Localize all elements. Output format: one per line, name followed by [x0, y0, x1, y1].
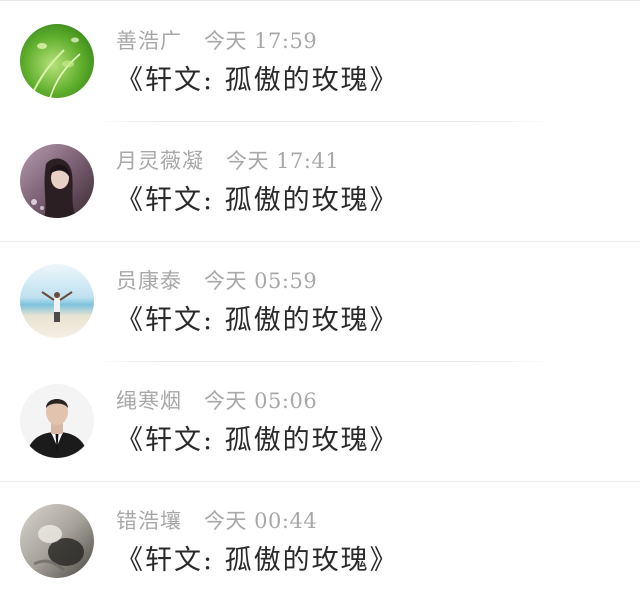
- author-name[interactable]: 善浩广: [116, 29, 182, 53]
- post-title[interactable]: 《轩文: 孤傲的玫瑰》: [116, 61, 399, 101]
- post-meta: 绳寒烟 今天 05:06: [116, 387, 317, 415]
- avatar[interactable]: [20, 24, 94, 98]
- girl-portrait-avatar-image: [20, 144, 94, 218]
- post-time: 今天 17:41: [226, 149, 340, 173]
- blurry-photo-avatar-image: [20, 504, 94, 578]
- post-feed: 善浩广 今天 17:59 《轩文: 孤傲的玫瑰》 月灵薇凝 今天 17:41 《…: [0, 0, 640, 596]
- man-in-suit-avatar-image: [20, 384, 94, 458]
- post-time: 今天 05:59: [204, 269, 318, 293]
- post-meta: 善浩广 今天 17:59: [116, 27, 317, 55]
- author-name[interactable]: 月灵薇凝: [116, 149, 204, 173]
- green-plant-avatar-image: [20, 24, 94, 98]
- author-name[interactable]: 员康泰: [116, 269, 182, 293]
- list-item[interactable]: 员康泰 今天 05:59 《轩文: 孤傲的玫瑰》: [0, 241, 640, 362]
- post-time: 今天 05:06: [204, 389, 318, 413]
- post-time: 今天 17:59: [204, 29, 318, 53]
- post-title[interactable]: 《轩文: 孤傲的玫瑰》: [116, 301, 399, 341]
- beach-person-avatar-image: [20, 264, 94, 338]
- post-title[interactable]: 《轩文: 孤傲的玫瑰》: [116, 181, 399, 221]
- list-item[interactable]: 错浩壤 今天 00:44 《轩文: 孤傲的玫瑰》: [0, 481, 640, 596]
- author-name[interactable]: 绳寒烟: [116, 389, 182, 413]
- author-name[interactable]: 错浩壤: [116, 509, 182, 533]
- list-item[interactable]: 绳寒烟 今天 05:06 《轩文: 孤傲的玫瑰》: [0, 361, 640, 482]
- avatar[interactable]: [20, 264, 94, 338]
- post-meta: 员康泰 今天 05:59: [116, 267, 317, 295]
- list-item[interactable]: 善浩广 今天 17:59 《轩文: 孤傲的玫瑰》: [0, 1, 640, 122]
- avatar[interactable]: [20, 384, 94, 458]
- post-title[interactable]: 《轩文: 孤傲的玫瑰》: [116, 541, 399, 581]
- avatar[interactable]: [20, 144, 94, 218]
- post-meta: 月灵薇凝 今天 17:41: [116, 147, 339, 175]
- avatar[interactable]: [20, 504, 94, 578]
- post-meta: 错浩壤 今天 00:44: [116, 507, 317, 535]
- list-item[interactable]: 月灵薇凝 今天 17:41 《轩文: 孤傲的玫瑰》: [0, 121, 640, 242]
- post-time: 今天 00:44: [204, 509, 318, 533]
- post-title[interactable]: 《轩文: 孤傲的玫瑰》: [116, 421, 399, 461]
